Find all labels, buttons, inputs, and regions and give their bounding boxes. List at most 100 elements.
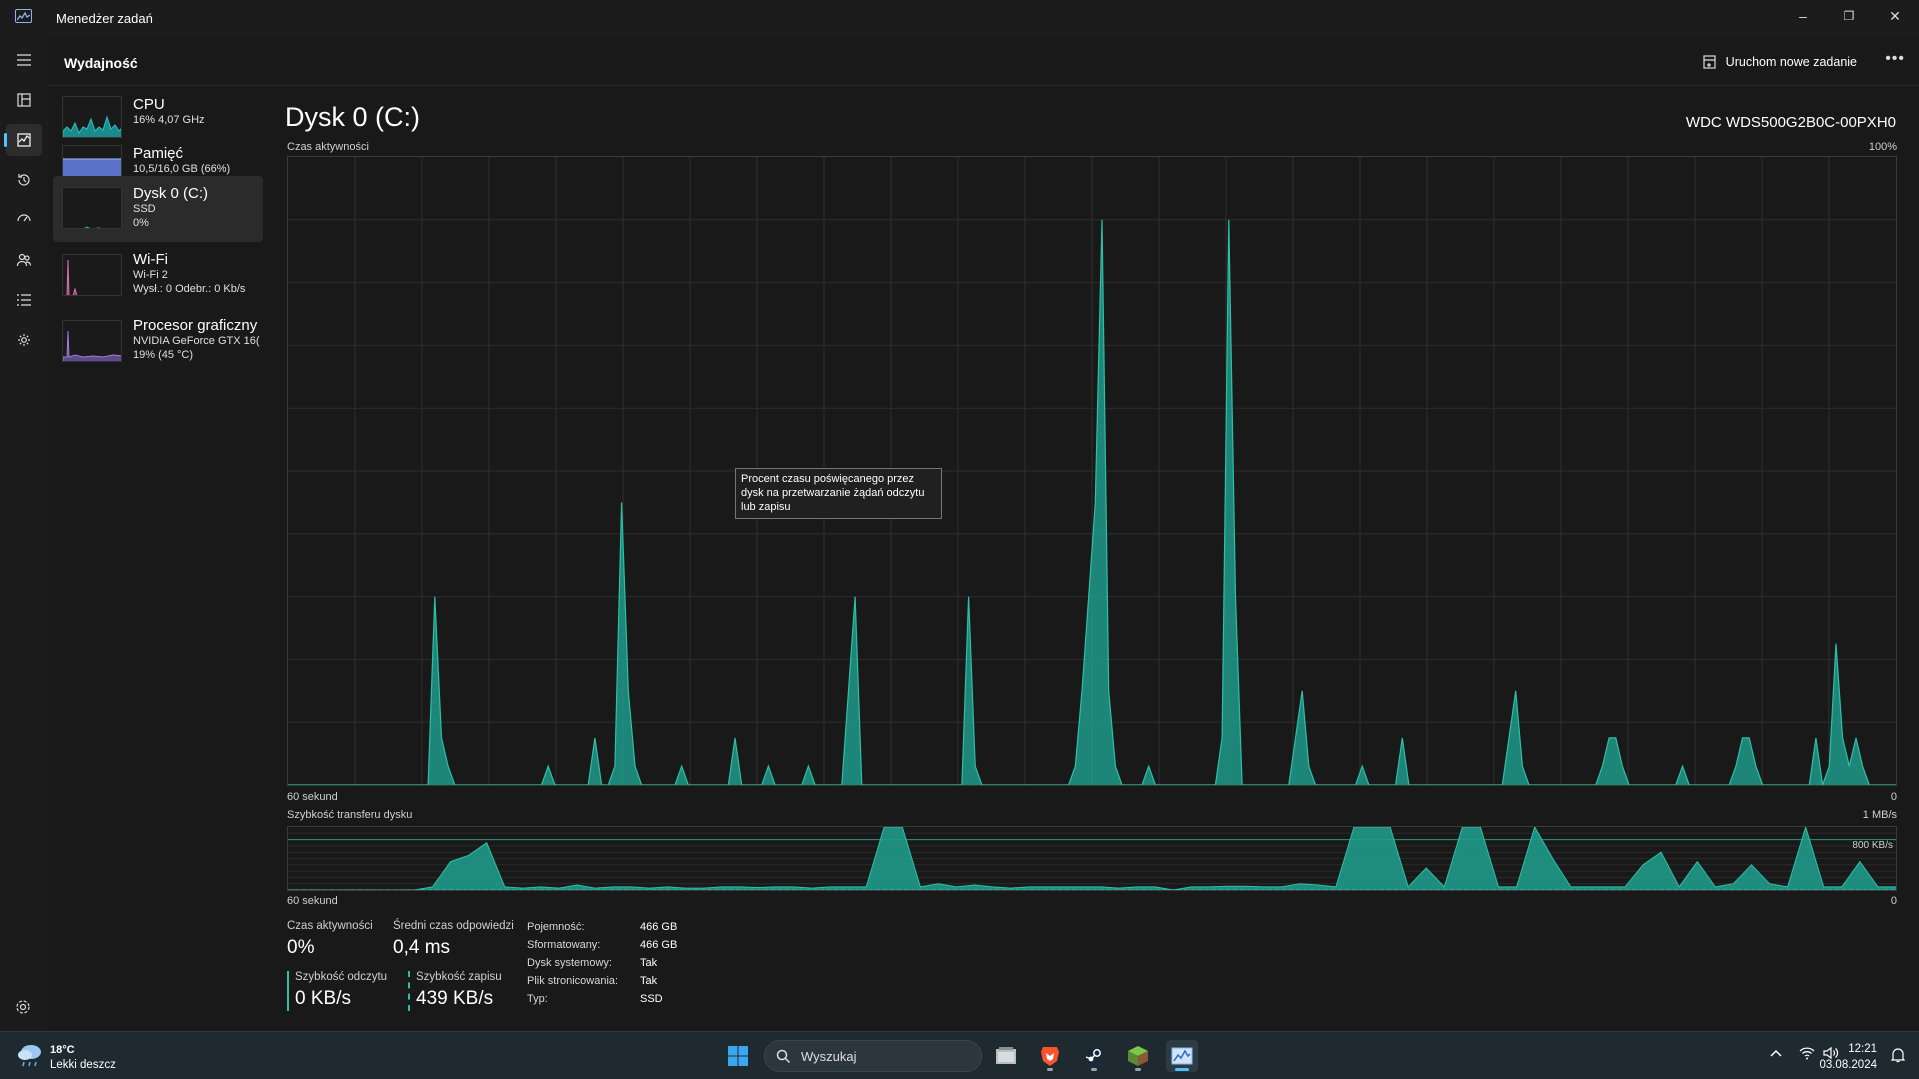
chevron-up-icon: [1770, 1049, 1782, 1057]
page-header: Wydajność Uruchom nowe zadanie •••: [48, 36, 1919, 86]
menu-icon: [17, 54, 31, 66]
services-icon: [18, 334, 30, 346]
chart2-max-label: 1 MB/s: [1862, 809, 1897, 821]
type-label: Typ:: [527, 993, 548, 1005]
disk-model: WDC WDS500G2B0C-00PXH0: [1685, 114, 1896, 131]
wifi-thumbnail: [62, 254, 122, 296]
property-values: 466 GB 466 GB Tak Tak SSD: [640, 918, 677, 1008]
close-icon: ✕: [1889, 7, 1901, 24]
weather-widget[interactable]: [16, 1042, 44, 1073]
nav-users[interactable]: [6, 244, 42, 276]
transfer-rate-chart-svg: [288, 825, 1896, 891]
chart2-time-label: 60 sekund: [287, 895, 338, 907]
resource-usage: 0%: [133, 217, 149, 229]
file-explorer-icon: [996, 1047, 1016, 1064]
write-speed-marker: [408, 971, 410, 1011]
close-button[interactable]: ✕: [1873, 0, 1917, 32]
nav-services[interactable]: [6, 324, 42, 356]
task-manager-icon: [1171, 1047, 1193, 1065]
page-title: Wydajność: [64, 55, 138, 71]
taskbar-app-task-manager[interactable]: [1166, 1040, 1198, 1072]
menu-button[interactable]: [6, 44, 42, 76]
page-file-value: Tak: [640, 975, 658, 987]
minimize-button[interactable]: –: [1781, 0, 1825, 32]
notification-bell-icon: [1890, 1048, 1906, 1063]
clock-date[interactable]: 03.08.2024: [1819, 1059, 1877, 1071]
search-placeholder: Wyszukaj: [801, 1049, 857, 1064]
notifications-button[interactable]: [1890, 1047, 1906, 1068]
wifi-icon: [1799, 1047, 1815, 1060]
taskbar-app-brave[interactable]: [1034, 1040, 1066, 1072]
processes-icon: [17, 93, 31, 107]
resource-detail: 16% 4,07 GHz: [133, 114, 205, 126]
taskbar-search[interactable]: Wyszukaj: [764, 1040, 982, 1072]
nav-details[interactable]: [6, 284, 42, 316]
resource-item-disk[interactable]: Dysk 0 (C:) SSD 0%: [53, 176, 263, 242]
taskbar-app-minecraft[interactable]: [1122, 1040, 1154, 1072]
chart1-time-label: 60 sekund: [287, 791, 338, 803]
nav-processes[interactable]: [6, 84, 42, 116]
active-time-tooltip: Procent czasu poświęcanego przez dysk na…: [735, 468, 942, 519]
active-time-chart: [287, 156, 1897, 786]
active-time-chart-svg: [288, 157, 1896, 786]
disk-details-panel: Dysk 0 (C:) WDC WDS500G2B0C-00PXH0 Czas …: [270, 87, 1919, 1027]
gpu-thumbnail: [62, 320, 122, 362]
resource-item-gpu[interactable]: Procesor graficzny NVIDIA GeForce GTX 16…: [53, 308, 263, 374]
system-disk-label: Dysk systemowy:: [527, 957, 612, 969]
resource-name: CPU: [133, 96, 165, 113]
settings-button[interactable]: [14, 998, 32, 1021]
task-manager-app-icon: [15, 9, 32, 23]
restore-button[interactable]: ❐: [1827, 0, 1871, 32]
write-speed-value: 439 KB/s: [416, 988, 494, 1009]
running-indicator: [1047, 1068, 1053, 1071]
write-speed-label: Szybkość zapisu: [416, 971, 502, 983]
chart1-label: Czas aktywności: [287, 141, 369, 153]
steam-icon: [1084, 1046, 1104, 1066]
network-status[interactable]: [1799, 1046, 1815, 1065]
property-labels: Pojemność: Sformatowany: Dysk systemowy:…: [527, 918, 618, 1008]
resource-item-wifi[interactable]: Wi-Fi Wi-Fi 2 Wysł.: 0 Odebr.: 0 Kb/s: [53, 242, 263, 308]
weather-temperature: 18°C: [50, 1044, 75, 1056]
search-icon: [776, 1049, 791, 1064]
resource-name: Wi-Fi: [133, 251, 168, 268]
nav-startup-apps[interactable]: [6, 204, 42, 236]
taskbar-app-steam[interactable]: [1078, 1040, 1110, 1072]
resource-usage: Wysł.: 0 Odebr.: 0 Kb/s: [133, 283, 246, 295]
taskbar-app-file-explorer[interactable]: [990, 1040, 1022, 1072]
brave-browser-icon: [1041, 1047, 1059, 1066]
running-indicator: [1135, 1068, 1141, 1071]
window-title: Menedżer zadań: [56, 11, 153, 26]
resource-detail: NVIDIA GeForce GTX 16(: [133, 335, 260, 347]
resource-detail: SSD: [133, 203, 156, 215]
navigation-rail: [0, 36, 48, 1031]
speaker-icon: [1823, 1046, 1839, 1060]
active-time-label: Czas aktywności: [287, 920, 373, 932]
start-button[interactable]: [722, 1040, 754, 1072]
startup-apps-icon: [17, 214, 31, 222]
resource-list: CPU 16% 4,07 GHz Pamięć 10,5/16,0 GB (66…: [48, 87, 263, 1027]
running-indicator: [1175, 1068, 1189, 1071]
resource-name: Procesor graficzny: [133, 317, 258, 334]
formatted-value: 466 GB: [640, 939, 678, 951]
chart2-label: Szybkość transferu dysku: [287, 809, 413, 821]
more-options-button[interactable]: •••: [1885, 50, 1905, 68]
disk-thumbnail: [62, 187, 122, 229]
chart1-max-label: 100%: [1868, 141, 1897, 153]
response-time-label: Średni czas odpowiedzi: [393, 920, 514, 932]
windows-logo-icon: [728, 1046, 748, 1066]
type-value: SSD: [640, 993, 663, 1005]
read-speed-value: 0 KB/s: [295, 988, 351, 1009]
nav-app-history[interactable]: [6, 164, 42, 196]
running-indicator: [1091, 1068, 1097, 1071]
capacity-value: 466 GB: [640, 921, 678, 933]
nav-performance[interactable]: [4, 124, 42, 156]
disk-title: Dysk 0 (C:): [285, 102, 420, 132]
show-hidden-icons-button[interactable]: [1769, 1046, 1783, 1065]
active-time-value: 0%: [287, 937, 315, 958]
run-new-task-button[interactable]: Uruchom nowe zadanie: [1702, 49, 1857, 75]
resource-name: Dysk 0 (C:): [133, 185, 208, 202]
clock-time[interactable]: 12:21: [1848, 1043, 1877, 1055]
users-icon: [16, 253, 32, 267]
response-time-value: 0,4 ms: [393, 937, 451, 958]
page-file-label: Plik stronicowania:: [527, 975, 619, 987]
